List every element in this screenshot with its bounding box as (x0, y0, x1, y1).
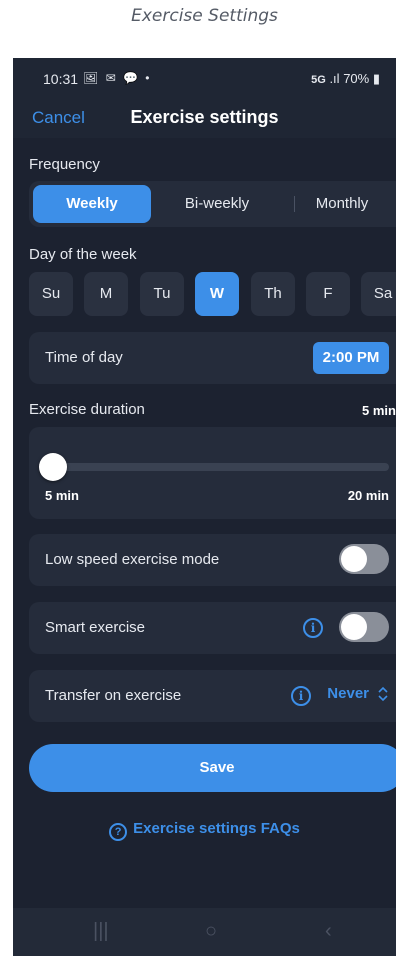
info-icon[interactable]: i (291, 686, 311, 706)
smart-exercise-toggle[interactable] (339, 612, 389, 642)
status-time: 10:31 (43, 71, 79, 87)
status-right: 5G .ıl 70% ▮ (311, 71, 380, 87)
smart-exercise-label: Smart exercise (45, 619, 146, 636)
exercise-faq-link[interactable]: ? Exercise settings FAQs (13, 820, 396, 841)
frequency-option-biweekly[interactable]: Bi-weekly (158, 185, 276, 223)
day-button-th[interactable]: Th (251, 272, 295, 316)
page-caption: Exercise Settings (131, 6, 278, 26)
phone-screen: 10:31 🖼 ✉ 💬 • 5G .ıl 70% ▮ Cancel Exerci… (13, 58, 396, 956)
duration-max-label: 20 min (347, 488, 389, 503)
nav-bar: Cancel Exercise settings (13, 96, 396, 138)
day-of-week-label: Day of the week (29, 246, 137, 263)
exercise-duration-label: Exercise duration (29, 401, 145, 418)
home-icon[interactable]: ○ (205, 920, 217, 943)
notification-icons: 🖼 ✉ 💬 • (83, 71, 152, 85)
network-label: 5G (311, 74, 326, 86)
day-button-w[interactable]: W (195, 272, 239, 316)
duration-slider-thumb[interactable] (39, 453, 67, 481)
low-speed-mode-row: Low speed exercise mode (29, 534, 396, 586)
exercise-duration-value: 5 min (362, 403, 396, 418)
back-icon[interactable]: ‹ (325, 920, 332, 943)
status-bar: 10:31 🖼 ✉ 💬 • 5G .ıl 70% ▮ (13, 58, 396, 96)
system-nav-bar: ||| ○ ‹ (13, 908, 396, 956)
low-speed-mode-toggle[interactable] (339, 544, 389, 574)
transfer-on-exercise-label: Transfer on exercise (45, 687, 182, 704)
day-button-su[interactable]: Su (29, 272, 73, 316)
help-icon: ? (109, 823, 128, 841)
duration-slider-track[interactable] (53, 463, 389, 471)
day-selector: Su M Tu W Th F Sa (29, 272, 396, 316)
day-button-tu[interactable]: Tu (140, 272, 184, 316)
recent-apps-icon[interactable]: ||| (93, 920, 109, 943)
frequency-option-weekly[interactable]: Weekly (33, 185, 151, 223)
battery-icon: ▮ (372, 71, 380, 86)
time-of-day-label: Time of day (45, 349, 123, 366)
save-button[interactable]: Save (29, 744, 396, 792)
duration-min-label: 5 min (45, 488, 79, 503)
chevron-up-down-icon (378, 686, 388, 702)
frequency-option-monthly[interactable]: Monthly (283, 185, 396, 223)
day-button-f[interactable]: F (306, 272, 350, 316)
time-of-day-row[interactable]: Time of day 2:00 PM (29, 332, 396, 384)
faq-link-label: Exercise settings FAQs (133, 820, 300, 837)
time-of-day-value[interactable]: 2:00 PM (313, 342, 389, 374)
toggle-knob (341, 614, 367, 640)
signal-icon: .ıl (329, 71, 340, 86)
battery-level: 70% (343, 71, 370, 86)
low-speed-mode-label: Low speed exercise mode (45, 551, 220, 568)
smart-exercise-row: Smart exercise i (29, 602, 396, 654)
frequency-label: Frequency (29, 156, 100, 173)
toggle-knob (341, 546, 367, 572)
day-button-sa[interactable]: Sa (361, 272, 396, 316)
transfer-on-exercise-row[interactable]: Transfer on exercise i Never (29, 670, 396, 722)
transfer-on-exercise-value[interactable]: Never (327, 685, 369, 702)
page-title: Exercise settings (130, 107, 279, 127)
info-icon[interactable]: i (303, 618, 323, 638)
day-button-m[interactable]: M (84, 272, 128, 316)
frequency-selector: Weekly Bi-weekly Monthly (29, 181, 396, 227)
duration-slider-card: 5 min 20 min (29, 427, 396, 519)
